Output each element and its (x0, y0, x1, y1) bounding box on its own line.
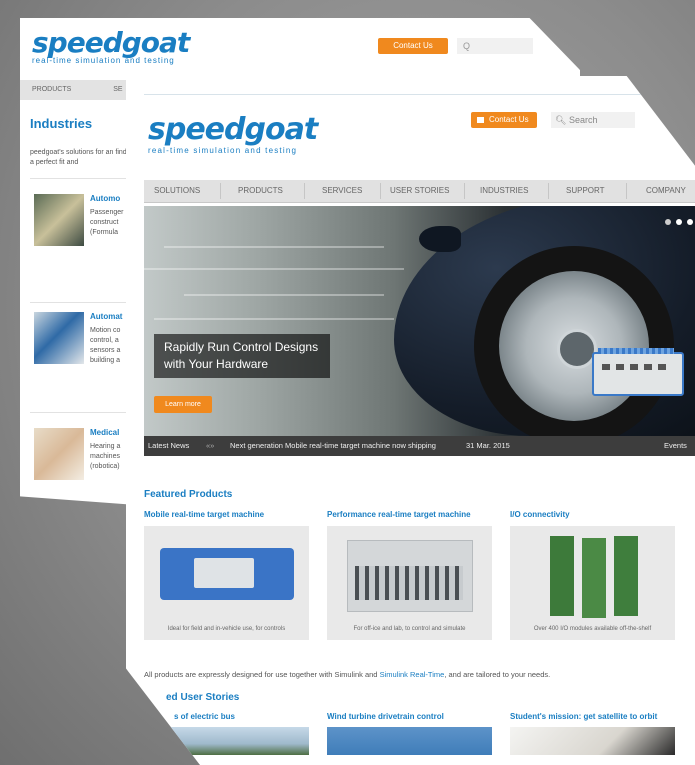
back-nav-products[interactable]: PRODUCTS (32, 80, 71, 100)
nav-divider (464, 183, 465, 199)
nav-company[interactable]: COMPANY (646, 180, 686, 202)
learn-more-button[interactable]: Learn more (154, 396, 212, 413)
medical-thumbnail[interactable] (34, 428, 84, 480)
carousel-dots (660, 212, 693, 230)
product-caption: Over 400 I/O modules available off-the-s… (533, 626, 652, 632)
industry-item-title[interactable]: Medical (90, 428, 119, 437)
hero-caption-line2: with Your Hardware (164, 357, 269, 371)
story-image-wind-turbine[interactable] (327, 727, 492, 755)
hero-banner[interactable]: Rapidly Run Control Designs with Your Ha… (144, 206, 695, 436)
nav-divider (220, 183, 221, 199)
divider (30, 302, 130, 303)
carousel-dot-active[interactable] (676, 219, 682, 225)
product-card-mobile[interactable]: Ideal for field and in-vehicle use, for … (144, 526, 309, 640)
news-date: 31 Mar. 2015 (466, 441, 510, 450)
port (644, 364, 652, 370)
product-title[interactable]: I/O connectivity (510, 510, 570, 519)
products-text-pre: All products are expressly designed for … (144, 670, 378, 679)
contact-us-button[interactable]: Contact Us (471, 112, 537, 128)
news-label[interactable]: Latest News (148, 436, 189, 456)
story-title[interactable]: s of electric bus (174, 712, 235, 721)
nav-user-stories[interactable]: USER STORIES (390, 180, 449, 202)
nav-solutions[interactable]: SOLUTIONS (154, 180, 200, 202)
io-module-image (550, 536, 574, 616)
carousel-dot[interactable] (687, 219, 693, 225)
io-module-image (582, 538, 606, 618)
back-logo[interactable]: speedgoat (32, 26, 190, 59)
divider (30, 178, 130, 179)
hero-caption-line1: Rapidly Run Control Designs (164, 340, 319, 354)
divider (30, 412, 130, 413)
search-icon: 🔍︎ (555, 115, 567, 125)
nav-support[interactable]: SUPPORT (566, 180, 605, 202)
product-card-performance[interactable]: For off-ice and lab, to control and simu… (327, 526, 492, 640)
search-placeholder: Search (568, 115, 598, 125)
back-contact-button[interactable]: Contact Us (378, 38, 448, 54)
news-arrows-icon[interactable]: «» (206, 436, 214, 456)
news-ticker: Latest News «» Next generation Mobile re… (144, 436, 695, 456)
automation-thumbnail[interactable] (34, 312, 84, 364)
carousel-dot[interactable] (665, 219, 671, 225)
products-description: All products are expressly designed for … (144, 670, 550, 679)
motion-streak (154, 318, 394, 320)
back-page-title: Industries (30, 116, 93, 131)
target-machine-image (592, 348, 684, 396)
nav-services[interactable]: SERVICES (322, 180, 362, 202)
nav-divider (548, 183, 549, 199)
product-title[interactable]: Mobile real-time target machine (144, 510, 264, 519)
simulink-real-time-link[interactable]: Simulink Real-Time (380, 670, 445, 679)
motion-streak (144, 268, 404, 270)
performance-machine-slots (355, 566, 463, 600)
front-page: speedgoat real-time simulation and testi… (126, 76, 695, 765)
nav-divider (626, 183, 627, 199)
envelope-icon (477, 116, 484, 123)
contact-us-label: Contact Us (489, 115, 529, 124)
story-title[interactable]: Student's mission: get satellite to orbi… (510, 712, 657, 721)
story-image-satellite[interactable] (510, 727, 675, 755)
car-mirror (419, 226, 461, 252)
port (602, 364, 610, 370)
port (630, 364, 638, 370)
product-card-io[interactable]: Over 400 I/O modules available off-the-s… (510, 526, 675, 640)
industry-item-title[interactable]: Automo (90, 194, 120, 203)
io-module-image (614, 536, 638, 616)
port (658, 364, 666, 370)
port (616, 364, 624, 370)
mobile-machine-front (194, 558, 254, 588)
car-hub (557, 329, 597, 369)
products-text-post: , and are tailored to your needs. (444, 670, 551, 679)
back-intro-text: peedgoat's solutions for an find a perfe… (30, 149, 127, 166)
featured-products-heading: Featured Products (144, 489, 233, 500)
back-search-input[interactable]: Q (457, 38, 533, 54)
product-caption: Ideal for field and in-vehicle use, for … (167, 626, 286, 632)
nav-products[interactable]: PRODUCTS (238, 180, 283, 202)
search-input[interactable]: 🔍︎ Search (551, 112, 635, 128)
motion-streak (184, 294, 384, 296)
events-link[interactable]: Events (664, 436, 687, 456)
back-tagline: real-time simulation and testing (32, 56, 175, 65)
automotive-thumbnail[interactable] (34, 194, 84, 246)
nav-industries[interactable]: INDUSTRIES (480, 180, 528, 202)
nav-divider (380, 183, 381, 199)
product-caption: For off-ice and lab, to control and simu… (353, 626, 466, 632)
industry-item-title[interactable]: Automat (90, 312, 122, 321)
story-title[interactable]: Wind turbine drivetrain control (327, 712, 444, 721)
user-stories-heading: ed User Stories (166, 692, 240, 703)
logo-tagline: real-time simulation and testing (148, 146, 298, 155)
back-nav-services[interactable]: SE (113, 80, 122, 100)
hero-caption: Rapidly Run Control Designs with Your Ha… (154, 334, 330, 378)
motion-streak (164, 246, 384, 248)
news-headline[interactable]: Next generation Mobile real-time target … (230, 436, 436, 456)
main-nav: SOLUTIONS PRODUCTS SERVICES USER STORIES… (144, 180, 695, 203)
product-title[interactable]: Performance real-time target machine (327, 510, 471, 519)
speedgoat-logo[interactable]: speedgoat (148, 112, 318, 147)
nav-divider (304, 183, 305, 199)
top-divider (144, 94, 664, 95)
